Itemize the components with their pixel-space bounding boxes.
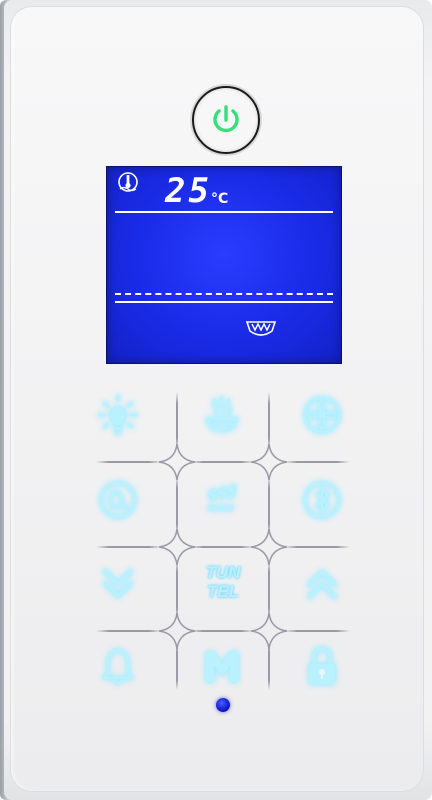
ozone-icon: 3 (99, 481, 137, 519)
grid-divider (268, 642, 270, 690)
grid-divider (190, 546, 254, 548)
power-button[interactable] (192, 86, 260, 154)
grid-divider (284, 461, 350, 463)
memory-button[interactable] (192, 636, 252, 696)
grid-intersection (159, 444, 195, 480)
ozone-button[interactable]: 3 (88, 470, 148, 530)
grid-divider (176, 476, 178, 536)
grid-divider (284, 630, 350, 632)
grid-divider (190, 461, 254, 463)
menu-m-icon (206, 652, 238, 682)
steam-icon (205, 396, 239, 433)
thermometer-icon (118, 172, 138, 192)
lock-icon (309, 647, 335, 684)
grid-divider (268, 476, 270, 536)
light-icon (97, 394, 139, 434)
grid-divider (176, 560, 178, 620)
grid-divider (176, 392, 178, 450)
radio-button[interactable]: RADIO (192, 470, 252, 530)
radio-icon: RADIO (208, 484, 236, 513)
grid-divider (190, 630, 254, 632)
light-button[interactable] (88, 385, 148, 445)
lcd-divider-dashed (115, 293, 333, 295)
grid-divider (268, 392, 270, 450)
fan-button[interactable] (292, 385, 352, 445)
grid-divider (284, 546, 350, 548)
chevron-down-icon (102, 568, 134, 598)
grid-divider (96, 630, 162, 632)
tel-button[interactable]: TUN TEL (192, 552, 254, 612)
heating-element-icon (245, 321, 277, 336)
grid-divider (96, 546, 162, 548)
lcd-divider-bottom (115, 301, 333, 303)
grid-divider (176, 642, 178, 690)
grid-divider (96, 461, 162, 463)
grid-intersection (251, 529, 287, 565)
chevron-up-icon (306, 570, 338, 600)
lock-button[interactable] (292, 636, 352, 696)
lcd-display: 25 °C (106, 166, 342, 364)
bell-icon (102, 648, 134, 684)
grid-intersection (251, 444, 287, 480)
bluetooth-icon (303, 481, 341, 519)
grid-intersection (159, 529, 195, 565)
tel-line-2: TEL (206, 582, 240, 601)
steam-button[interactable] (192, 385, 252, 445)
bell-button[interactable] (88, 636, 148, 696)
grid-intersection (159, 613, 195, 649)
power-icon (213, 105, 239, 133)
tel-line-1: TUN (205, 563, 241, 582)
bluetooth-button[interactable] (292, 470, 352, 530)
down-button[interactable] (88, 554, 148, 614)
svg-text:3: 3 (123, 502, 128, 512)
fan-icon (303, 396, 341, 434)
lcd-divider-top (115, 211, 333, 213)
up-button[interactable] (292, 554, 352, 614)
grid-intersection (251, 613, 287, 649)
grid-divider (268, 560, 270, 620)
temperature-unit: °C (211, 191, 229, 207)
status-indicator-led (216, 698, 230, 712)
temperature-readout: 25 (165, 171, 212, 211)
svg-text:RADIO: RADIO (208, 504, 235, 513)
